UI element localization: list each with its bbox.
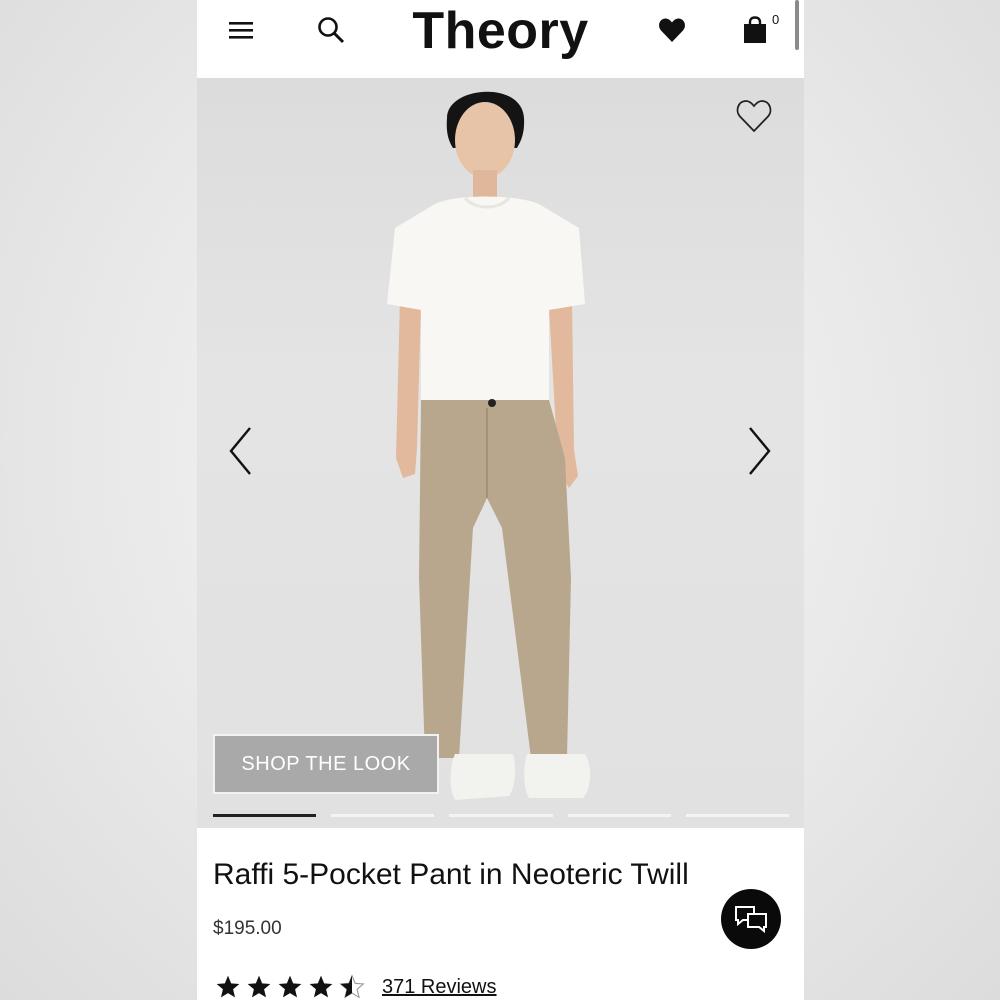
shop-the-look-button[interactable]: SHOP THE LOOK [213,734,439,794]
star-full-icon [309,975,333,998]
product-page: Theory 0 SHOP THE LOOK Raffi 5-Pocket Pa… [197,0,804,1000]
gallery-pagination [213,814,790,818]
product-photo [387,91,591,800]
bag-count: 0 [772,12,780,27]
reviews-link[interactable]: 371 Reviews [382,976,497,999]
star-full-icon [247,975,271,998]
star-full-icon [216,975,240,998]
chat-button[interactable] [721,889,781,949]
product-image-gallery[interactable]: SHOP THE LOOK [197,78,804,828]
add-to-wishlist-button[interactable] [735,98,775,138]
gallery-dot-5[interactable] [685,814,790,817]
chat-bubbles-icon [735,906,767,934]
site-header: Theory 0 [197,0,804,78]
heart-icon [659,18,685,42]
previous-image-button[interactable] [221,423,261,479]
gallery-dot-4[interactable] [567,814,671,817]
star-half-icon [339,974,365,999]
heart-outline-icon [736,100,772,133]
chevron-right-icon [749,427,771,475]
next-image-button[interactable] [739,423,779,479]
wishlist-button[interactable] [652,10,692,50]
star-full-icon [278,975,302,998]
product-rating[interactable]: 371 Reviews [215,972,497,1000]
gallery-dot-3[interactable] [449,814,553,817]
gallery-dot-1[interactable] [213,814,317,817]
shopping-bag-icon [744,16,766,43]
bag-button[interactable] [735,10,775,50]
chevron-left-icon [229,427,251,475]
product-title: Raffi 5-Pocket Pant in Neoteric Twill [213,858,689,891]
product-price: $195.00 [213,918,282,939]
brand-logo[interactable]: Theory [197,0,804,62]
gallery-dot-2[interactable] [331,814,435,817]
page-scrollbar[interactable] [795,0,799,50]
